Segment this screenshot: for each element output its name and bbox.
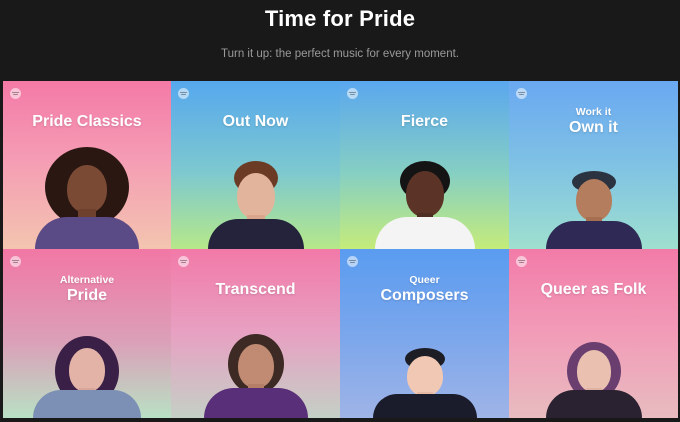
spotify-logo-icon <box>10 88 21 99</box>
spotify-logo-icon <box>178 256 189 267</box>
playlist-tile-queer-as-folk[interactable]: Queer as Folk <box>509 249 678 418</box>
playlist-tile-transcend[interactable]: Transcend <box>171 249 340 418</box>
playlist-tile-pride-classics[interactable]: Pride Classics <box>3 81 171 249</box>
playlist-tile-work-it-own-it[interactable]: Work it Own it <box>509 81 678 249</box>
playlist-title: Fierce <box>400 113 449 130</box>
playlist-title: Out Now <box>222 113 289 130</box>
page-subtitle: Turn it up: the perfect music for every … <box>221 48 459 60</box>
spotify-logo-icon <box>516 256 527 267</box>
pride-page: Time for Pride Turn it up: the perfect m… <box>0 0 680 422</box>
artist-portrait <box>539 139 649 249</box>
artist-portrait <box>32 308 142 418</box>
artist-portrait <box>539 308 649 418</box>
playlist-title: Alternative Pride <box>59 274 115 305</box>
playlist-title: Work it Own it <box>569 106 618 137</box>
spotify-logo-icon <box>178 88 189 99</box>
spotify-logo-icon <box>10 256 21 267</box>
playlist-title: Transcend <box>215 281 296 298</box>
playlist-tile-fierce[interactable]: Fierce <box>340 81 509 249</box>
spotify-logo-icon <box>516 88 527 99</box>
artist-portrait <box>370 139 480 249</box>
playlist-grid: Pride Classics Out Now Fierce Work it Ow… <box>3 81 678 418</box>
artist-portrait <box>32 139 142 249</box>
playlist-title: Pride Classics <box>32 113 142 130</box>
artist-portrait <box>201 308 311 418</box>
artist-portrait <box>370 308 480 418</box>
playlist-title: Queer Composers <box>380 274 469 305</box>
artist-portrait <box>201 139 311 249</box>
playlist-tile-queer-composers[interactable]: Queer Composers <box>340 249 509 418</box>
playlist-tile-alternative-pride[interactable]: Alternative Pride <box>3 249 171 418</box>
page-title: Time for Pride <box>264 6 416 31</box>
playlist-tile-out-now[interactable]: Out Now <box>171 81 340 249</box>
playlist-title: Queer as Folk <box>540 281 647 298</box>
spotify-logo-icon <box>347 88 358 99</box>
spotify-logo-icon <box>347 256 358 267</box>
